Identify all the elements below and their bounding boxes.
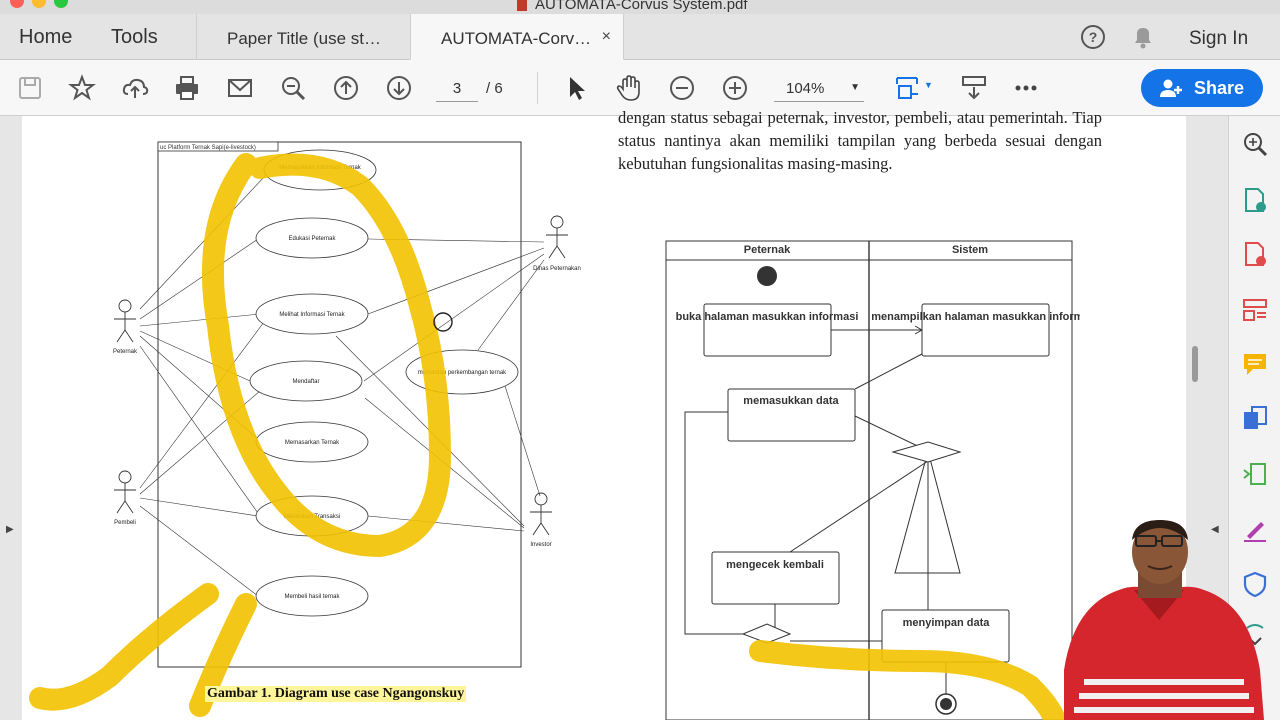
- select-cursor-icon[interactable]: [563, 74, 591, 102]
- page-total: / 6: [486, 80, 503, 97]
- previous-page-icon[interactable]: [332, 74, 360, 102]
- compress-pdf-icon[interactable]: [1241, 460, 1269, 488]
- page-fit-icon[interactable]: [893, 74, 921, 102]
- share-button[interactable]: Share: [1141, 69, 1263, 107]
- highlight-annotations: [29, 153, 1066, 720]
- tab-label: Paper Title (use st…: [227, 29, 382, 48]
- zoom-in-icon[interactable]: [721, 74, 749, 102]
- add-person-icon: [1160, 79, 1182, 97]
- mail-icon[interactable]: [226, 74, 254, 102]
- next-page-icon[interactable]: [385, 74, 413, 102]
- create-pdf-icon[interactable]: [1241, 240, 1269, 268]
- window-title-text: AUTOMATA-Corvus System.pdf: [535, 0, 748, 13]
- zoom-out-icon[interactable]: [668, 74, 696, 102]
- save-icon[interactable]: [16, 74, 44, 102]
- chevron-down-icon: ▼: [850, 82, 860, 93]
- pdf-file-icon: [517, 0, 527, 12]
- upload-cloud-icon[interactable]: [121, 74, 149, 102]
- home-link[interactable]: Home: [19, 26, 72, 49]
- toolbar-divider: [537, 72, 538, 104]
- window-title: AUTOMATA-Corvus System.pdf: [517, 0, 748, 13]
- tools-link[interactable]: Tools: [111, 26, 158, 49]
- svg-text:?: ?: [1089, 29, 1098, 45]
- hand-tool-icon[interactable]: [615, 74, 643, 102]
- combine-files-icon[interactable]: [1241, 404, 1269, 432]
- zoom-value: 104%: [786, 80, 825, 97]
- close-window-button[interactable]: [10, 0, 24, 8]
- help-circle-icon[interactable]: ?: [1080, 24, 1106, 50]
- tab-bar: Home Tools Paper Title (use st… AUTOMATA…: [0, 14, 1280, 60]
- star-icon[interactable]: [68, 74, 96, 102]
- more-options-icon[interactable]: [1012, 74, 1040, 102]
- cursor-circle: [433, 312, 453, 332]
- figure-caption: Gambar 1. Diagram use case Ngangonskuy: [205, 686, 467, 702]
- page-number-input[interactable]: 3: [436, 74, 478, 102]
- zoom-level-select[interactable]: 104% ▼: [774, 74, 864, 102]
- comment-icon[interactable]: [1241, 350, 1269, 378]
- zoom-window-button[interactable]: [54, 0, 68, 8]
- vertical-scrollbar-thumb[interactable]: [1192, 346, 1198, 382]
- organize-pages-icon[interactable]: [1241, 296, 1269, 324]
- zoom-search-icon[interactable]: [279, 74, 307, 102]
- tab-automata[interactable]: AUTOMATA-Corv… ×: [410, 14, 624, 60]
- export-pdf-icon[interactable]: [1241, 186, 1269, 214]
- sign-in-link[interactable]: Sign In: [1189, 28, 1248, 50]
- presenter-webcam-overlay: [1064, 520, 1264, 720]
- close-tab-icon[interactable]: ×: [602, 28, 611, 46]
- scroll-mode-icon[interactable]: [960, 74, 988, 102]
- window-titlebar: AUTOMATA-Corvus System.pdf: [0, 0, 1280, 14]
- tab-label: AUTOMATA-Corv…: [441, 29, 592, 48]
- bell-icon[interactable]: [1131, 24, 1155, 50]
- page-fit-caret-icon[interactable]: ▼: [924, 80, 933, 90]
- share-label: Share: [1194, 78, 1245, 98]
- search-icon[interactable]: [1241, 130, 1269, 158]
- print-icon[interactable]: [173, 74, 201, 102]
- minimize-window-button[interactable]: [32, 0, 46, 8]
- document-viewer[interactable]: ▶ uc Platform Ternak Sapi(e-livestock) M…: [0, 108, 1228, 720]
- tab-paper-title[interactable]: Paper Title (use st…: [196, 14, 410, 60]
